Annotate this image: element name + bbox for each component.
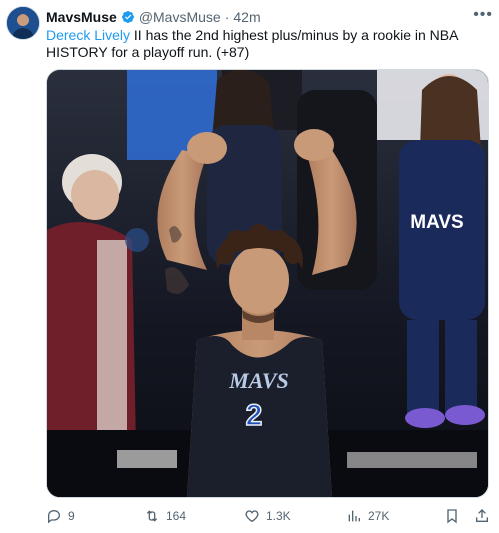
author-handle[interactable]: @MavsMuse: [139, 9, 221, 25]
verified-badge-icon: [121, 11, 134, 23]
timestamp[interactable]: 42m: [233, 9, 260, 25]
separator-dot: ·: [224, 9, 230, 25]
views-button[interactable]: 27K: [346, 508, 389, 524]
share-icon: [476, 509, 488, 522]
retweet-count: 164: [166, 509, 187, 523]
reply-icon: [48, 509, 61, 524]
tweet-text: Dereck Lively II has the 2nd highest plu…: [46, 27, 486, 61]
like-button[interactable]: 1.3K: [244, 508, 291, 524]
like-count: 1.3K: [266, 509, 291, 523]
reply-button[interactable]: 9: [46, 508, 75, 524]
tweet-media-image[interactable]: MAVS MAVS 2: [46, 69, 489, 498]
tweet-actions: 9 164 1.3K 27K: [46, 505, 491, 527]
bookmark-button[interactable]: [444, 508, 466, 524]
share-button[interactable]: [474, 508, 496, 524]
avatar[interactable]: [6, 6, 40, 40]
mention-link[interactable]: Dereck Lively: [46, 27, 130, 43]
jersey-number: 2: [246, 399, 263, 432]
retweet-icon: [146, 510, 158, 522]
retweet-button[interactable]: 164: [144, 508, 186, 524]
reply-count: 9: [68, 509, 75, 523]
views-icon: [348, 510, 360, 522]
tweet-card[interactable]: MavsMuse @MavsMuse · 42m ••• Dereck Live…: [0, 0, 499, 533]
more-horizontal-icon[interactable]: •••: [473, 6, 493, 24]
views-count: 27K: [368, 509, 390, 523]
jersey-wordmark: MAVS: [228, 368, 289, 393]
fan-shirt-text: MAVS: [410, 212, 463, 233]
author-name[interactable]: MavsMuse: [46, 9, 117, 25]
bookmark-icon: [447, 509, 457, 524]
celebration-photo: MAVS MAVS 2: [47, 70, 488, 497]
tweet-header: MavsMuse @MavsMuse · 42m: [46, 8, 491, 26]
like-icon: [245, 510, 259, 523]
